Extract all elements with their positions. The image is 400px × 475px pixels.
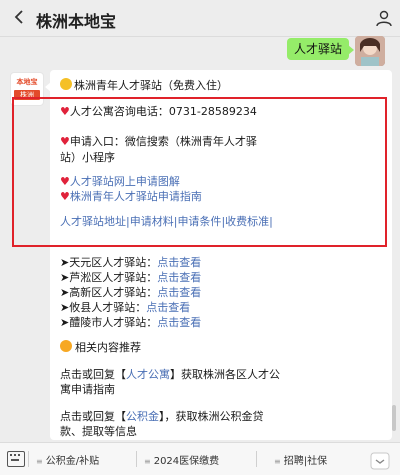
district-label: 醴陵市人才驿站： <box>69 316 158 329</box>
district-item: ➤天元区人才驿站：点击查看 <box>60 256 202 269</box>
menu-item-fund[interactable]: ≡ 公积金/补贴 <box>36 452 99 467</box>
page-title: 株洲本地宝 <box>36 12 117 31</box>
district-label: 天元区人才驿站： <box>69 256 158 269</box>
district-view-link[interactable]: 点击查看 <box>157 256 201 269</box>
scrollbar[interactable] <box>392 405 396 431</box>
bottom-menu: ≡ 公积金/补贴 ≡ 2024医保缴费 ≡ 招聘|社保 <box>0 442 400 475</box>
reply-hint-2-line2: 款、提取等信息 <box>60 425 137 438</box>
keyboard-icon[interactable] <box>7 451 25 467</box>
menu-item-label: 公积金/补贴 <box>45 456 100 467</box>
district-view-link[interactable]: 点击查看 <box>157 271 201 284</box>
chevron-left-icon[interactable] <box>10 7 30 27</box>
menu-item-label: 2024医保缴费 <box>153 456 220 467</box>
menu-divider <box>256 451 257 467</box>
reply-hint-2: 点击或回复【公积金】，获取株洲公积金贷 <box>60 409 264 425</box>
user-avatar[interactable] <box>355 36 385 66</box>
float-toggle-icon[interactable] <box>370 452 390 470</box>
avatar-top-text: 本地宝 <box>16 78 38 86</box>
menu-divider <box>136 451 137 467</box>
profile-icon[interactable] <box>374 8 394 28</box>
grin-emoji-icon <box>60 78 72 90</box>
district-view-link[interactable]: 点击查看 <box>157 316 201 329</box>
highlight-box <box>12 97 387 247</box>
menu-item-label: 招聘|社保 <box>283 456 328 467</box>
reply-hint-1: 点击或回复【人才公寓】获取株洲各区人才公 <box>60 367 280 383</box>
sun-emoji-icon <box>60 340 72 352</box>
district-view-link[interactable]: 点击查看 <box>157 286 201 299</box>
menu-dot-icon: ≡ <box>144 457 151 466</box>
menu-dot-icon: ≡ <box>274 457 281 466</box>
district-item: ➤高新区人才驿站：点击查看 <box>60 286 202 299</box>
reply-post: 】获取株洲各区人才公 <box>170 368 280 381</box>
reply-pre: 点击或回复【 <box>60 410 126 423</box>
menu-dot-icon: ≡ <box>36 457 43 466</box>
reply-post: 】，获取株洲公积金贷 <box>159 410 264 423</box>
district-item: ➤芦淞区人才驿站：点击查看 <box>60 271 202 284</box>
district-item: ➤醴陵市人才驿站：点击查看 <box>60 316 202 329</box>
title-bar: 株洲本地宝 <box>0 0 400 37</box>
reply-hint-1-line2: 寓申请指南 <box>60 383 115 396</box>
menu-item-jobs[interactable]: ≡ 招聘|社保 <box>274 452 327 467</box>
district-label: 攸县人才驿站： <box>69 301 147 314</box>
menu-divider <box>28 451 29 467</box>
menu-item-medical[interactable]: ≡ 2024医保缴费 <box>144 452 219 467</box>
district-view-link[interactable]: 点击查看 <box>146 301 190 314</box>
intro-line: 株洲青年人才驿站（免费入住） <box>60 78 228 94</box>
district-label: 芦淞区人才驿站： <box>69 271 158 284</box>
reply-link-apartment[interactable]: 人才公寓 <box>126 368 170 381</box>
user-message-bubble: 人才驿站 <box>287 38 354 60</box>
reply-link-fund[interactable]: 公积金 <box>126 410 159 423</box>
reply-pre: 点击或回复【 <box>60 368 126 381</box>
related-heading-text: 相关内容推荐 <box>75 341 141 354</box>
intro-text: 株洲青年人才驿站（免费入住） <box>74 79 228 92</box>
district-item: ➤攸县人才驿站：点击查看 <box>60 301 191 314</box>
related-heading: 相关内容推荐 <box>60 340 141 356</box>
district-label: 高新区人才驿站： <box>69 286 158 299</box>
